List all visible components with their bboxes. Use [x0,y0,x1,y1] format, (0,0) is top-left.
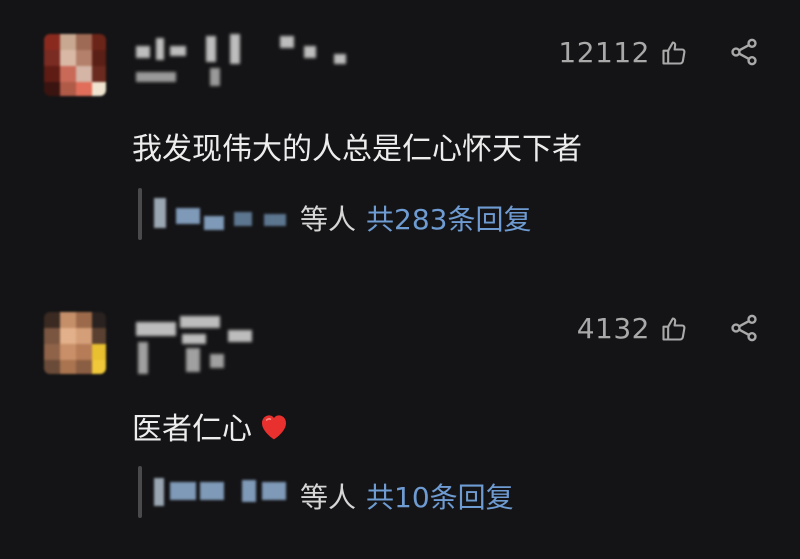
username-blurred[interactable] [134,316,294,376]
avatar[interactable] [44,34,106,96]
like-count-group[interactable]: 4132 [577,312,688,345]
reply-count-link[interactable]: 共283条回复 [366,203,531,236]
heart-icon [258,411,290,441]
thumbs-up-icon[interactable] [660,315,688,343]
reply-count-link[interactable]: 共10条回复 [366,481,514,514]
thumbs-up-icon[interactable] [660,39,688,67]
share-icon[interactable] [728,312,760,348]
reply-summary[interactable]: 等人 共10条回复 [132,466,772,518]
replier-names-blurred [154,194,304,234]
like-count: 4132 [576,312,650,345]
like-count: 12112 [558,36,650,69]
replier-names-blurred [154,472,304,512]
comment-item: 4132 医者仁心 等人 共10条回复 [0,280,800,559]
avatar[interactable] [44,312,106,374]
reply-people-label: 等人 [300,203,357,236]
comment-item: 12112 我发现伟大的人总是仁心怀天下者 等人 共283条回复 [0,0,800,280]
share-icon[interactable] [728,36,760,72]
comment-text: 医者仁心 [132,412,252,447]
like-count-group[interactable]: 12112 [558,36,688,69]
reply-summary[interactable]: 等人 共283条回复 [132,188,772,240]
reply-people-label: 等人 [300,481,357,514]
comment-text-row: 医者仁心 [132,404,290,448]
username-blurred[interactable] [134,32,374,92]
reply-divider [138,466,142,518]
reply-divider [138,188,142,240]
comment-text: 我发现伟大的人总是仁心怀天下者 [132,132,582,167]
